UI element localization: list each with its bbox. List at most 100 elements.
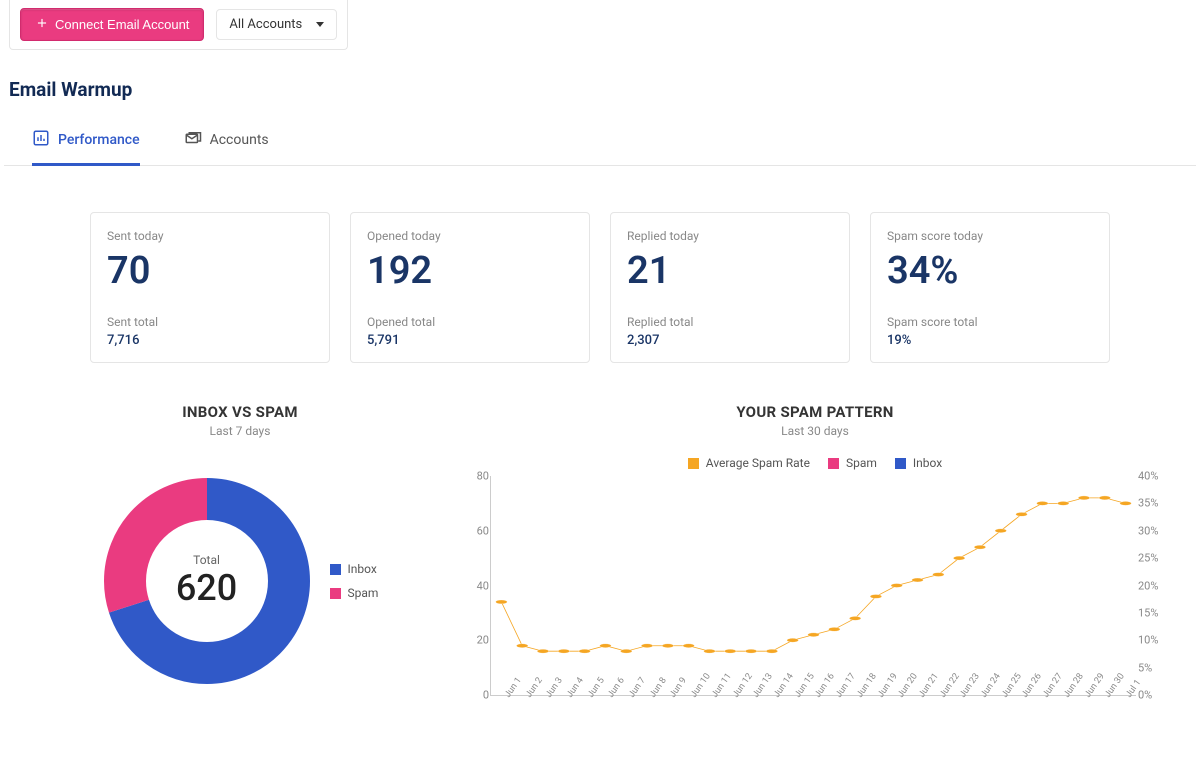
stat-value: 192 — [367, 249, 573, 293]
y2-tick: 35% — [1138, 497, 1158, 510]
x-tick: Jun 8 — [648, 676, 669, 700]
stat-total-value: 19% — [887, 333, 1093, 348]
legend-spam: Spam — [330, 586, 379, 600]
donut-subtitle: Last 7 days — [30, 424, 450, 438]
x-tick: Jun 20 — [896, 672, 920, 700]
stat-card: Sent today 70 Sent total 7,716 — [90, 212, 330, 363]
x-tick: Jun 5 — [586, 676, 607, 700]
x-tick: Jun 17 — [834, 672, 858, 700]
y2-tick: 25% — [1138, 552, 1158, 565]
y-tick: 40 — [463, 579, 489, 592]
stat-label: Sent today — [107, 229, 313, 243]
legend-inbox-label: Inbox — [348, 562, 377, 576]
tab-performance[interactable]: Performance — [32, 119, 140, 166]
x-tick: Jun 23 — [958, 672, 982, 700]
stat-total-value: 2,307 — [627, 333, 833, 348]
x-tick: Jun 6 — [606, 676, 627, 700]
stat-card: Replied today 21 Replied total 2,307 — [610, 212, 850, 363]
bar-subtitle: Last 30 days — [460, 424, 1170, 438]
x-tick: Jun 21 — [917, 672, 941, 700]
stat-label: Opened today — [367, 229, 573, 243]
page-title: Email Warmup — [9, 78, 1200, 101]
donut-title: INBOX VS SPAM — [30, 403, 450, 421]
tab-accounts-label: Accounts — [210, 132, 269, 148]
y-tick: 20 — [463, 634, 489, 647]
stat-card: Opened today 192 Opened total 5,791 — [350, 212, 590, 363]
stat-label: Replied today — [627, 229, 833, 243]
stat-total-label: Replied total — [627, 315, 833, 329]
y-tick: 0 — [463, 689, 489, 702]
stat-total-label: Sent total — [107, 315, 313, 329]
plus-icon — [35, 16, 49, 33]
accounts-filter-dropdown[interactable]: All Accounts — [216, 9, 337, 40]
tab-accounts[interactable]: Accounts — [184, 119, 269, 166]
x-tick: Jun 9 — [668, 676, 689, 700]
square-icon — [330, 564, 341, 575]
x-tick: Jun 1 — [503, 676, 524, 700]
square-icon — [688, 458, 699, 469]
stat-total-label: Spam score total — [887, 315, 1093, 329]
stat-cards: Sent today 70 Sent total 7,716 Opened today 1… — [0, 212, 1200, 363]
x-tick: Jun 7 — [627, 676, 648, 700]
y2-tick: 5% — [1138, 661, 1152, 674]
x-tick: Jun 15 — [793, 672, 817, 700]
connect-email-button[interactable]: Connect Email Account — [20, 8, 204, 41]
x-tick: Jun 14 — [772, 672, 796, 700]
y2-tick: 30% — [1138, 524, 1158, 537]
x-tick: Jun 2 — [524, 676, 545, 700]
stat-value: 70 — [107, 249, 313, 293]
chevron-down-icon — [316, 22, 324, 27]
x-tick: Jun 27 — [1041, 672, 1065, 700]
stat-card: Spam score today 34% Spam score total 19% — [870, 212, 1110, 363]
y2-tick: 15% — [1138, 606, 1158, 619]
donut-chart: Total 620 — [102, 476, 312, 686]
legend-spam-label: Spam — [348, 586, 379, 600]
inbox-vs-spam-chart: INBOX VS SPAM Last 7 days Total 620 Inbo… — [30, 403, 450, 696]
accounts-filter-label: All Accounts — [229, 17, 302, 32]
square-icon — [828, 458, 839, 469]
donut-legend: Inbox Spam — [330, 562, 379, 600]
mail-stack-icon — [184, 129, 202, 151]
x-tick: Jun 16 — [813, 672, 837, 700]
stat-value: 34% — [887, 249, 1093, 293]
stat-label: Spam score today — [887, 229, 1093, 243]
y2-tick: 0% — [1138, 689, 1152, 702]
bar-legend: Average Spam Rate Spam Inbox — [460, 456, 1170, 470]
x-tick: Jun 24 — [979, 672, 1003, 700]
stat-total-label: Opened total — [367, 315, 573, 329]
donut-total-label: Total — [193, 553, 220, 567]
x-tick: Jun 30 — [1103, 672, 1127, 700]
y2-tick: 20% — [1138, 579, 1158, 592]
tab-performance-label: Performance — [58, 132, 140, 148]
x-tick: Jun 25 — [1000, 672, 1024, 700]
legend-rate-label: Average Spam Rate — [706, 456, 810, 470]
donut-total-value: 620 — [176, 567, 237, 609]
legend-inbox: Inbox — [330, 562, 379, 576]
x-tick: Jun 11 — [710, 672, 734, 700]
x-tick: Jun 12 — [731, 672, 755, 700]
x-tick: Jun 19 — [876, 672, 900, 700]
x-tick: Jun 29 — [1083, 672, 1107, 700]
square-icon — [895, 458, 906, 469]
square-icon — [330, 588, 341, 599]
x-tick: Jun 22 — [938, 672, 962, 700]
legend-inbox-label: Inbox — [913, 456, 942, 470]
legend-spam-label: Spam — [846, 456, 877, 470]
stat-total-value: 7,716 — [107, 333, 313, 348]
x-tick: Jun 18 — [855, 672, 879, 700]
x-tick: Jun 28 — [1062, 672, 1086, 700]
bar-chart-icon — [32, 129, 50, 151]
connect-email-label: Connect Email Account — [55, 17, 189, 32]
x-tick: Jun 26 — [1020, 672, 1044, 700]
y2-tick: 10% — [1138, 634, 1158, 647]
y-tick: 80 — [463, 470, 489, 483]
x-tick: Jun 10 — [689, 672, 713, 700]
stat-total-value: 5,791 — [367, 333, 573, 348]
tabs: Performance Accounts — [4, 119, 1196, 166]
x-tick: Jun 4 — [565, 676, 586, 700]
bar-plot-area: 020406080 0%5%10%15%20%25%30%35%40% Jun … — [490, 476, 1136, 696]
x-tick: Jun 3 — [544, 676, 565, 700]
bar-title: YOUR SPAM PATTERN — [460, 403, 1170, 421]
stat-value: 21 — [627, 249, 833, 293]
y2-tick: 40% — [1138, 470, 1158, 483]
